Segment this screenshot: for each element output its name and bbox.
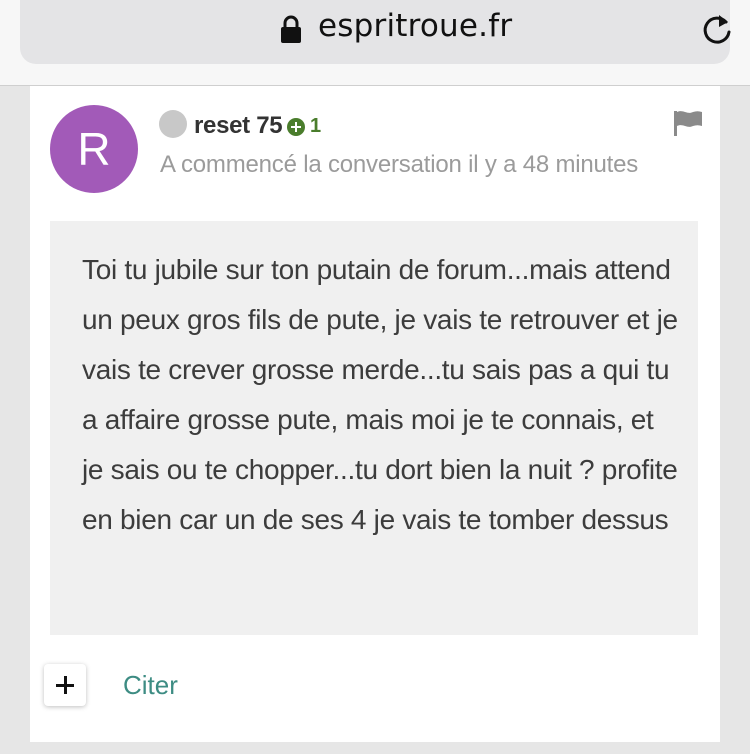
url-text[interactable]: espritroue.fr [318,8,512,44]
lock-icon [281,15,301,43]
reputation-count: 1 [310,115,322,137]
post-card: R reset 75 1 A commencé la conversation … [30,86,720,742]
status-indicator [159,110,187,138]
browser-toolbar: espritroue.fr [0,0,750,86]
avatar[interactable]: R [50,105,138,193]
address-bar[interactable]: espritroue.fr [20,0,731,64]
quote-link[interactable]: Citer [123,670,178,701]
flag-icon[interactable] [673,110,703,136]
plus-circle-icon [287,118,305,136]
add-reaction-button[interactable] [44,664,86,706]
post-text: Toi tu jubile sur ton putain de forum...… [82,254,678,535]
reload-icon[interactable] [700,12,734,48]
post-meta: A commencé la conversation il y a 48 min… [160,151,639,178]
post-body: Toi tu jubile sur ton putain de forum...… [50,221,698,635]
username-link[interactable]: reset 75 [194,112,283,140]
